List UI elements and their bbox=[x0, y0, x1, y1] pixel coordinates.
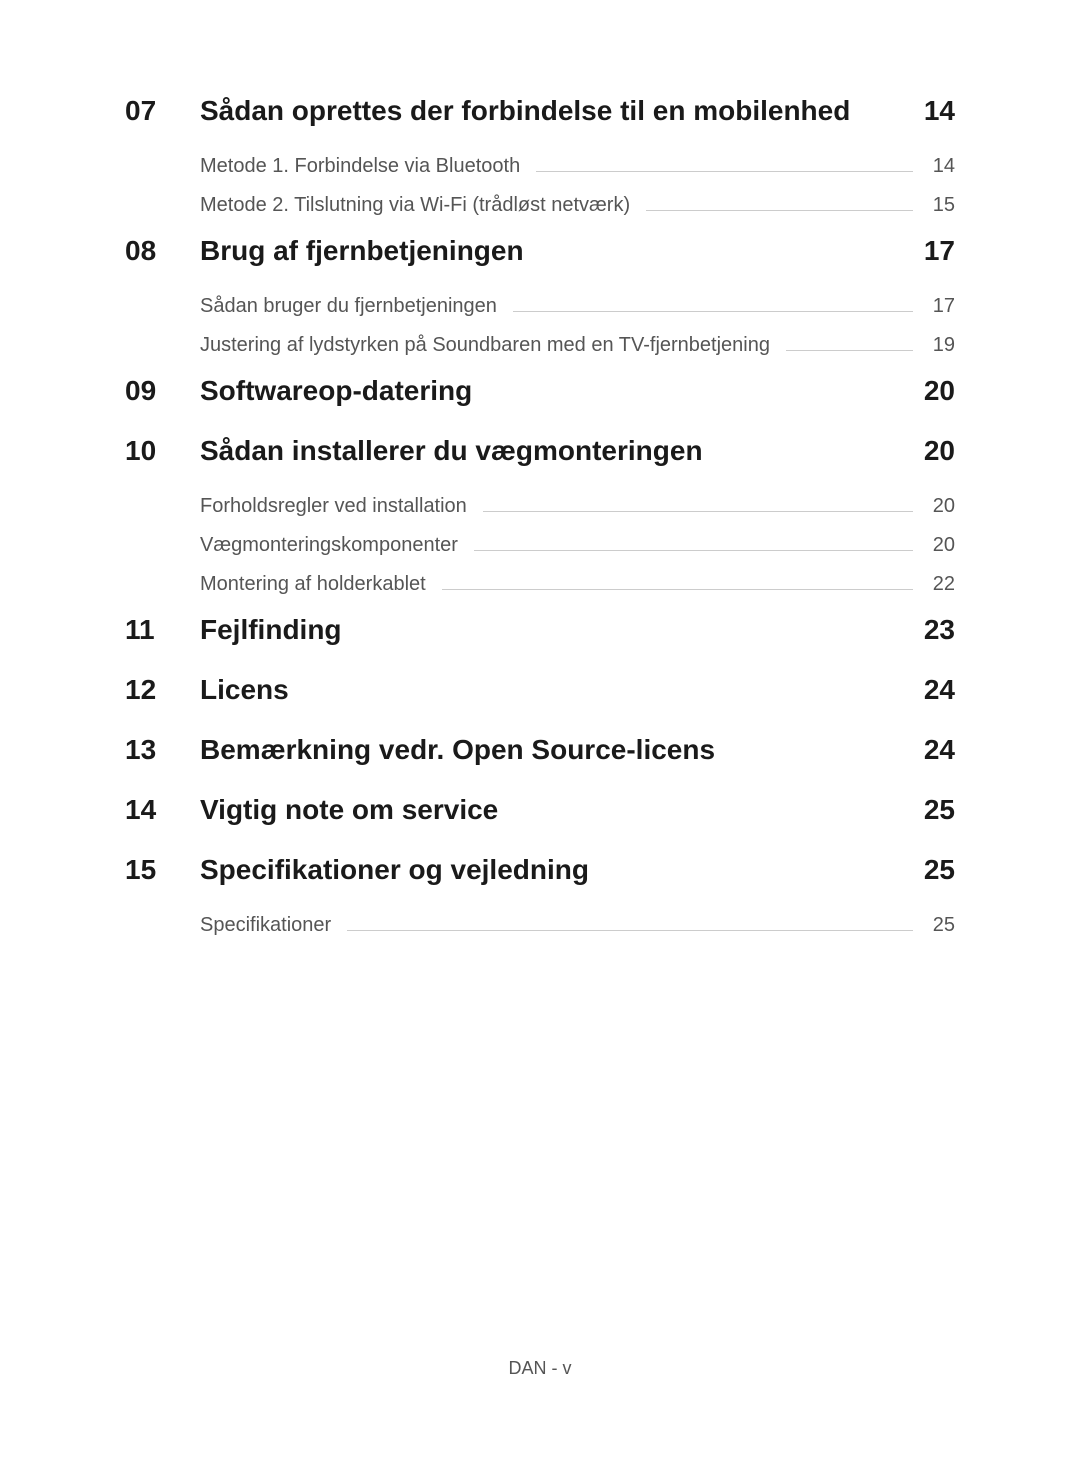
toc-sub-row[interactable]: Forholdsregler ved installation 20 bbox=[200, 495, 955, 518]
section-title: Specifikationer og vejledning bbox=[200, 854, 915, 886]
toc-section-header[interactable]: 13 Bemærkning vedr. Open Source-licens 2… bbox=[125, 734, 955, 766]
section-number: 14 bbox=[125, 794, 200, 826]
section-title: Fejlfinding bbox=[200, 614, 915, 646]
leader-line bbox=[513, 311, 913, 312]
section-number: 12 bbox=[125, 674, 200, 706]
section-title: Bemærkning vedr. Open Source-licens bbox=[200, 734, 915, 766]
section-page: 25 bbox=[915, 854, 955, 886]
toc-section-header[interactable]: 12 Licens 24 bbox=[125, 674, 955, 706]
toc-section-header[interactable]: 07 Sådan oprettes der forbindelse til en… bbox=[125, 95, 955, 127]
toc-content: 07 Sådan oprettes der forbindelse til en… bbox=[0, 0, 1080, 937]
sub-title: Specifikationer bbox=[200, 914, 331, 937]
sub-title: Sådan bruger du fjernbetjeningen bbox=[200, 295, 497, 318]
sub-items: Forholdsregler ved installation 20 Vægmo… bbox=[125, 495, 955, 596]
section-page: 20 bbox=[915, 435, 955, 467]
sub-page: 19 bbox=[925, 334, 955, 357]
section-title: Sådan installerer du vægmonteringen bbox=[200, 435, 915, 467]
toc-section-header[interactable]: 08 Brug af fjernbetjeningen 17 bbox=[125, 235, 955, 267]
toc-section: 12 Licens 24 bbox=[125, 674, 955, 706]
section-number: 08 bbox=[125, 235, 200, 267]
toc-section: 14 Vigtig note om service 25 bbox=[125, 794, 955, 826]
toc-sub-row[interactable]: Metode 2. Tilslutning via Wi-Fi (trådløs… bbox=[200, 194, 955, 217]
toc-section-header[interactable]: 10 Sådan installerer du vægmonteringen 2… bbox=[125, 435, 955, 467]
section-number: 09 bbox=[125, 375, 200, 407]
sub-title: Metode 2. Tilslutning via Wi-Fi (trådløs… bbox=[200, 194, 630, 217]
section-page: 24 bbox=[915, 674, 955, 706]
toc-section: 10 Sådan installerer du vægmonteringen 2… bbox=[125, 435, 955, 596]
toc-section: 07 Sådan oprettes der forbindelse til en… bbox=[125, 95, 955, 217]
section-page: 14 bbox=[915, 95, 955, 127]
leader-line bbox=[646, 210, 913, 211]
toc-section: 13 Bemærkning vedr. Open Source-licens 2… bbox=[125, 734, 955, 766]
sub-page: 20 bbox=[925, 534, 955, 557]
leader-line bbox=[474, 550, 913, 551]
toc-section-header[interactable]: 14 Vigtig note om service 25 bbox=[125, 794, 955, 826]
section-title: Sådan oprettes der forbindelse til en mo… bbox=[200, 95, 915, 127]
page-footer: DAN - v bbox=[0, 1358, 1080, 1379]
sub-title: Forholdsregler ved installation bbox=[200, 495, 467, 518]
leader-line bbox=[536, 171, 913, 172]
section-title: Vigtig note om service bbox=[200, 794, 915, 826]
toc-section: 08 Brug af fjernbetjeningen 17 Sådan bru… bbox=[125, 235, 955, 357]
leader-line bbox=[483, 511, 913, 512]
sub-items: Metode 1. Forbindelse via Bluetooth 14 M… bbox=[125, 155, 955, 217]
leader-line bbox=[786, 350, 913, 351]
sub-page: 20 bbox=[925, 495, 955, 518]
sub-title: Montering af holderkablet bbox=[200, 573, 426, 596]
section-page: 17 bbox=[915, 235, 955, 267]
sub-page: 22 bbox=[925, 573, 955, 596]
section-number: 15 bbox=[125, 854, 200, 886]
toc-section: 11 Fejlfinding 23 bbox=[125, 614, 955, 646]
section-page: 20 bbox=[915, 375, 955, 407]
section-title: Licens bbox=[200, 674, 915, 706]
toc-section-header[interactable]: 15 Specifikationer og vejledning 25 bbox=[125, 854, 955, 886]
leader-line bbox=[442, 589, 913, 590]
sub-title: Justering af lydstyrken på Soundbaren me… bbox=[200, 334, 770, 357]
section-number: 11 bbox=[125, 614, 200, 646]
toc-sub-row[interactable]: Justering af lydstyrken på Soundbaren me… bbox=[200, 334, 955, 357]
section-number: 07 bbox=[125, 95, 200, 127]
toc-section-header[interactable]: 09 Softwareop-datering 20 bbox=[125, 375, 955, 407]
sub-page: 14 bbox=[925, 155, 955, 178]
sub-page: 15 bbox=[925, 194, 955, 217]
toc-sub-row[interactable]: Metode 1. Forbindelse via Bluetooth 14 bbox=[200, 155, 955, 178]
toc-section: 09 Softwareop-datering 20 bbox=[125, 375, 955, 407]
toc-sub-row[interactable]: Vægmonteringskomponenter 20 bbox=[200, 534, 955, 557]
section-page: 25 bbox=[915, 794, 955, 826]
section-number: 13 bbox=[125, 734, 200, 766]
section-page: 24 bbox=[915, 734, 955, 766]
section-title: Softwareop-datering bbox=[200, 375, 915, 407]
section-title: Brug af fjernbetjeningen bbox=[200, 235, 915, 267]
toc-sub-row[interactable]: Montering af holderkablet 22 bbox=[200, 573, 955, 596]
toc-sub-row[interactable]: Sådan bruger du fjernbetjeningen 17 bbox=[200, 295, 955, 318]
toc-section: 15 Specifikationer og vejledning 25 Spec… bbox=[125, 854, 955, 937]
section-page: 23 bbox=[915, 614, 955, 646]
toc-sub-row[interactable]: Specifikationer 25 bbox=[200, 914, 955, 937]
leader-line bbox=[347, 930, 913, 931]
sub-page: 25 bbox=[925, 914, 955, 937]
sub-page: 17 bbox=[925, 295, 955, 318]
section-number: 10 bbox=[125, 435, 200, 467]
sub-title: Vægmonteringskomponenter bbox=[200, 534, 458, 557]
sub-items: Sådan bruger du fjernbetjeningen 17 Just… bbox=[125, 295, 955, 357]
sub-title: Metode 1. Forbindelse via Bluetooth bbox=[200, 155, 520, 178]
sub-items: Specifikationer 25 bbox=[125, 914, 955, 937]
toc-section-header[interactable]: 11 Fejlfinding 23 bbox=[125, 614, 955, 646]
